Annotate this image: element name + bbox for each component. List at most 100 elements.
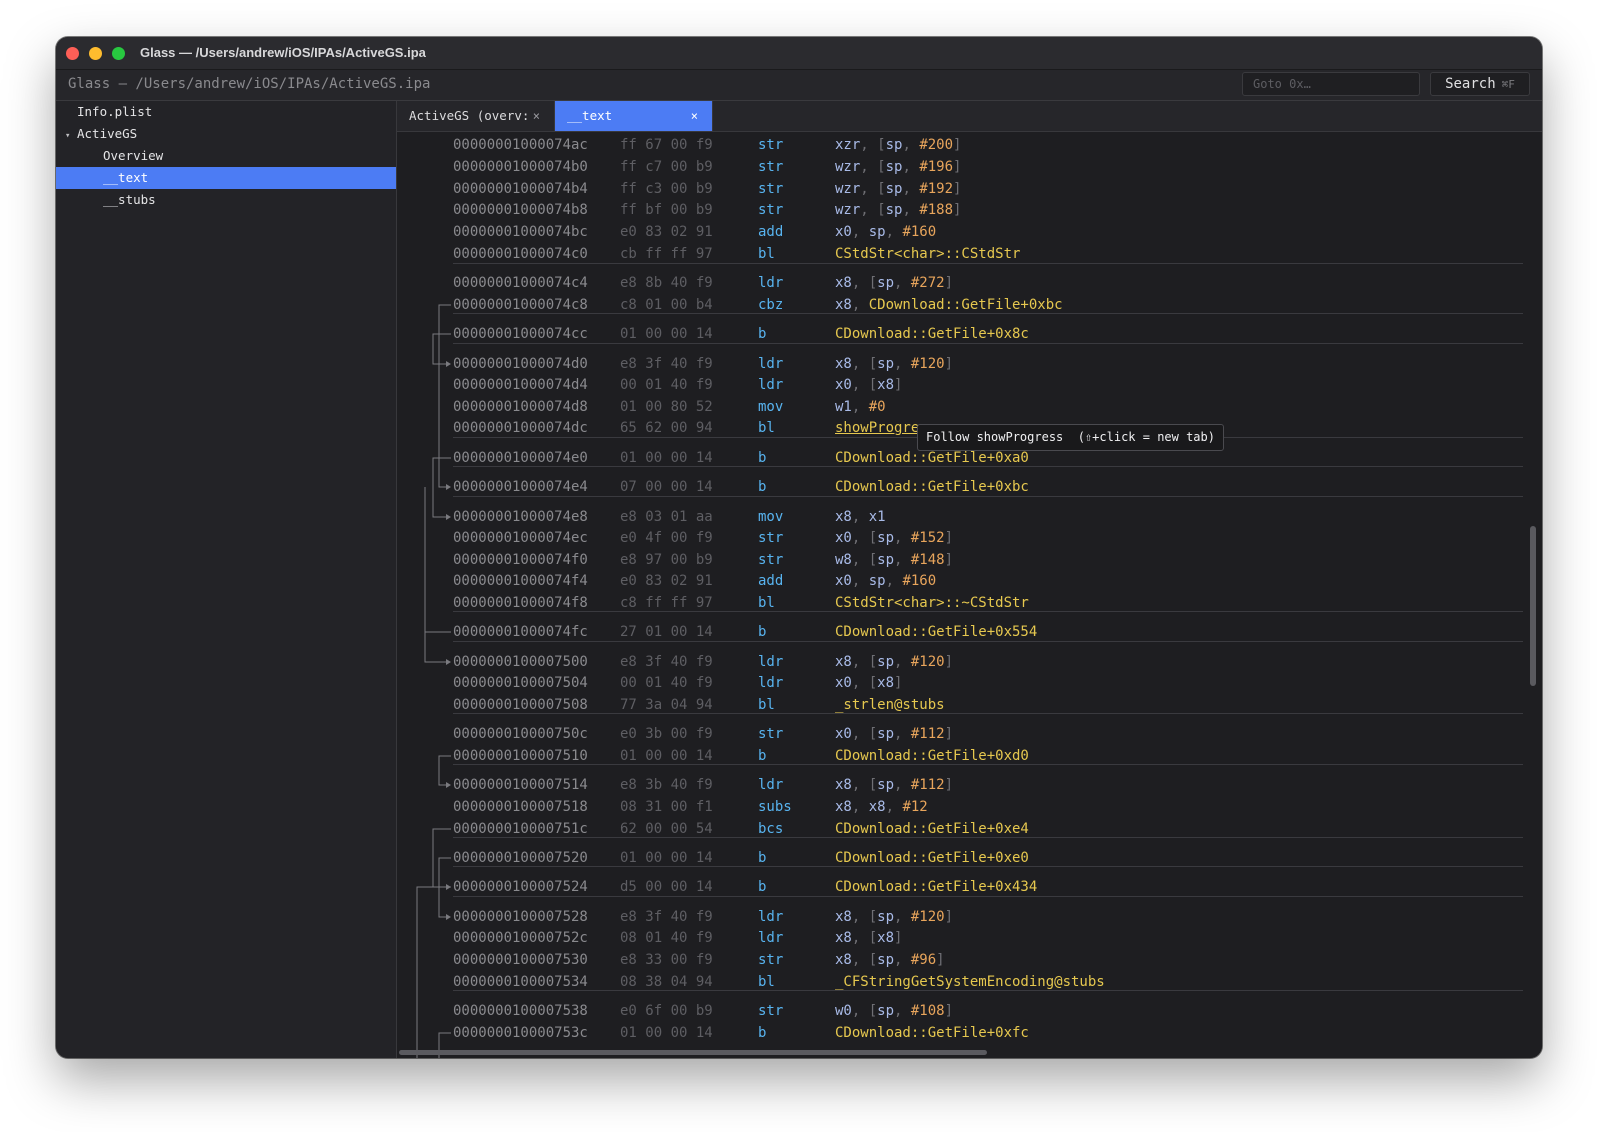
symbol-link[interactable]: CStdStr<char>::~CStdStr <box>835 595 1029 611</box>
instruction-row[interactable]: 00000001000074d8 01 00 80 52 mov w1, #0 <box>397 396 1522 418</box>
instruction-row[interactable]: 00000001000074e8 e8 03 01 aa mov x8, x1 <box>397 506 1522 528</box>
instruction-operands: x8, [sp, #120] <box>835 353 953 375</box>
instruction-row[interactable]: 00000001000074cc 01 00 00 14 b CDownload::G… <box>397 323 1522 345</box>
instruction-row[interactable]: 00000001000074d0 e8 3f 40 f9 ldr x8, [sp, #… <box>397 353 1522 375</box>
symbol-link[interactable]: CDownload::GetFile+0xbc <box>835 479 1029 495</box>
sidebar-item[interactable]: __text <box>56 167 396 189</box>
instruction-row[interactable]: 00000001000074ec e0 4f 00 f9 str x0, [sp, #… <box>397 527 1522 549</box>
vertical-scrollbar[interactable] <box>1530 526 1536 686</box>
close-window-button[interactable] <box>66 47 79 60</box>
instruction-bytes: e8 3f 40 f9 <box>620 909 713 925</box>
instruction-row[interactable]: 0000000100007518 08 31 00 f1 subs x8, x8, #… <box>397 796 1522 818</box>
instruction-row[interactable]: 0000000100007514 e8 3b 40 f9 ldr x8, [sp, #… <box>397 774 1522 796</box>
instruction-row[interactable]: 00000001000074bc e0 83 02 91 add x0, sp, #1… <box>397 221 1522 243</box>
minimize-window-button[interactable] <box>89 47 102 60</box>
instruction-mnemonic: ldr <box>758 275 784 291</box>
instruction-row[interactable]: 0000000100007504 00 01 40 f9 ldr x0, [x8] <box>397 672 1522 694</box>
symbol-link[interactable]: CDownload::GetFile+0xe0 <box>835 850 1029 866</box>
symbol-link[interactable]: CDownload::GetFile+0xe4 <box>835 821 1029 837</box>
instruction-mnemonic: mov <box>758 509 784 525</box>
instruction-address: 00000001000074f4 <box>453 573 588 589</box>
instruction-row[interactable]: 00000001000074c8 c8 01 00 b4 cbz x8, CDownl… <box>397 294 1522 316</box>
instruction-row[interactable]: 0000000100007524 d5 00 00 14 b CDownload::G… <box>397 876 1522 898</box>
instruction-row[interactable]: 000000010000752c 08 01 40 f9 ldr x8, [x8] <box>397 927 1522 949</box>
instruction-row[interactable]: 000000010000751c 62 00 00 54 bcs CDownload:… <box>397 818 1522 840</box>
instruction-row[interactable]: 000000010000753c 01 00 00 14 b CDownload::G… <box>397 1022 1522 1044</box>
instruction-row[interactable]: 0000000100007520 01 00 00 14 b CDownload::G… <box>397 847 1522 869</box>
instruction-row[interactable]: 00000001000074b4 ff c3 00 b9 str wzr, [sp, … <box>397 178 1522 200</box>
instruction-row[interactable]: 0000000100007500 e8 3f 40 f9 ldr x8, [sp, #… <box>397 651 1522 673</box>
horizontal-scrollbar[interactable] <box>399 1050 987 1055</box>
instruction-row[interactable]: 00000001000074c4 e8 8b 40 f9 ldr x8, [sp, #… <box>397 272 1522 294</box>
operand-punctuation: , [ <box>860 202 886 218</box>
search-button[interactable]: Search ⌘F <box>1430 72 1530 96</box>
instruction-address: 00000001000074d0 <box>453 356 588 372</box>
symbol-link[interactable]: CDownload::GetFile+0xa0 <box>835 450 1029 466</box>
sidebar-item[interactable]: __stubs <box>56 189 396 211</box>
disclosure-caret-icon[interactable]: ▾ <box>65 125 77 147</box>
instruction-address: 00000001000074b4 <box>453 181 588 197</box>
operand-punctuation: , <box>851 509 869 525</box>
sidebar-item[interactable]: Overview <box>56 145 396 167</box>
instruction-operands: x0, [sp, #112] <box>835 723 953 745</box>
sidebar-item[interactable]: ▾ ActiveGS <box>56 123 396 145</box>
instruction-address: 00000001000074f0 <box>453 552 588 568</box>
instruction-address: 0000000100007520 <box>453 850 588 866</box>
instruction-bytes: 62 00 00 54 <box>620 821 713 837</box>
tab-activegs-overview[interactable]: ActiveGS (overv: × <box>397 101 555 131</box>
sidebar-item-label: __text <box>103 170 149 185</box>
symbol-link[interactable]: CStdStr<char>::CStdStr <box>835 246 1020 262</box>
instruction-bytes: e8 3f 40 f9 <box>620 654 713 670</box>
instruction-row[interactable]: 00000001000074f8 c8 ff ff 97 bl CStdStr<cha… <box>397 592 1522 614</box>
instruction-row[interactable]: 0000000100007528 e8 3f 40 f9 ldr x8, [sp, #… <box>397 906 1522 928</box>
register: sp <box>885 202 903 218</box>
instruction-row[interactable]: 00000001000074b0 ff c7 00 b9 str wzr, [sp, … <box>397 156 1522 178</box>
symbol-link[interactable]: CDownload::GetFile+0xfc <box>835 1025 1029 1041</box>
instruction-row[interactable]: 0000000100007538 e0 6f 00 b9 str w0, [sp, #… <box>397 1000 1522 1022</box>
instruction-bytes: 08 01 40 f9 <box>620 930 713 946</box>
operand-punctuation: ] <box>953 181 962 197</box>
instruction-row[interactable]: 0000000100007508 77 3a 04 94 bl _strlen@stu… <box>397 694 1522 716</box>
immediate: #192 <box>919 181 954 197</box>
symbol-link[interactable]: CDownload::GetFile+0x434 <box>835 879 1037 895</box>
instruction-row[interactable]: 00000001000074b8 ff bf 00 b9 str wzr, [sp, … <box>397 199 1522 221</box>
operand-punctuation: ] <box>894 930 903 946</box>
symbol-link[interactable]: CDownload::GetFile+0xbc <box>869 297 1063 313</box>
instruction-row[interactable]: 00000001000074ac ff 67 00 f9 str xzr, [sp, … <box>397 134 1522 156</box>
operand-punctuation: ] <box>953 159 962 175</box>
instruction-row[interactable]: 00000001000074e4 07 00 00 14 b CDownload::G… <box>397 476 1522 498</box>
operand-punctuation: , <box>851 399 869 415</box>
register: x0 <box>835 573 852 589</box>
symbol-link[interactable]: _strlen@stubs <box>835 697 945 713</box>
operand-punctuation: ] <box>894 675 903 691</box>
instruction-bytes: c8 01 00 b4 <box>620 297 713 313</box>
symbol-link[interactable]: CDownload::GetFile+0xd0 <box>835 748 1029 764</box>
register: sp <box>885 137 903 153</box>
symbol-link[interactable]: CDownload::GetFile+0x8c <box>835 326 1029 342</box>
zoom-window-button[interactable] <box>112 47 125 60</box>
instruction-bytes: 08 38 04 94 <box>620 974 713 990</box>
sidebar-item[interactable]: Info.plist <box>56 101 396 123</box>
register: sp <box>885 159 903 175</box>
register: x8 <box>877 930 895 946</box>
instruction-row[interactable]: 0000000100007534 08 38 04 94 bl _CFStringGe… <box>397 971 1522 993</box>
symbol-link[interactable]: CDownload::GetFile+0x554 <box>835 624 1037 640</box>
instruction-row[interactable]: 0000000100007510 01 00 00 14 b CDownload::G… <box>397 745 1522 767</box>
symbol-link[interactable]: _CFStringGetSystemEncoding@stubs <box>835 974 1105 990</box>
instruction-operands: CDownload::GetFile+0xe4 <box>835 818 1029 840</box>
instruction-row[interactable]: 000000010000750c e0 3b 00 f9 str x0, [sp, #… <box>397 723 1522 745</box>
tab-text[interactable]: __text × <box>555 101 713 131</box>
disassembly-view[interactable]: 00000001000074ac ff 67 00 f9 str xzr, [sp, … <box>397 132 1542 1058</box>
operand-punctuation: , [ <box>860 159 886 175</box>
tab-close-icon[interactable]: × <box>533 101 540 131</box>
instruction-row[interactable]: 00000001000074f4 e0 83 02 91 add x0, sp, #1… <box>397 570 1522 592</box>
immediate: #96 <box>910 952 937 968</box>
operand-punctuation: ] <box>944 530 954 546</box>
tab-close-icon[interactable]: × <box>691 101 698 131</box>
instruction-row[interactable]: 0000000100007530 e8 33 00 f9 str x8, [sp, #… <box>397 949 1522 971</box>
goto-address-input[interactable] <box>1242 72 1420 96</box>
instruction-row[interactable]: 00000001000074c0 cb ff ff 97 bl CStdStr<cha… <box>397 243 1522 265</box>
instruction-row[interactable]: 00000001000074fc 27 01 00 14 b CDownload::G… <box>397 621 1522 643</box>
instruction-row[interactable]: 00000001000074d4 00 01 40 f9 ldr x0, [x8] <box>397 374 1522 396</box>
instruction-row[interactable]: 00000001000074f0 e8 97 00 b9 str w8, [sp, #… <box>397 549 1522 571</box>
